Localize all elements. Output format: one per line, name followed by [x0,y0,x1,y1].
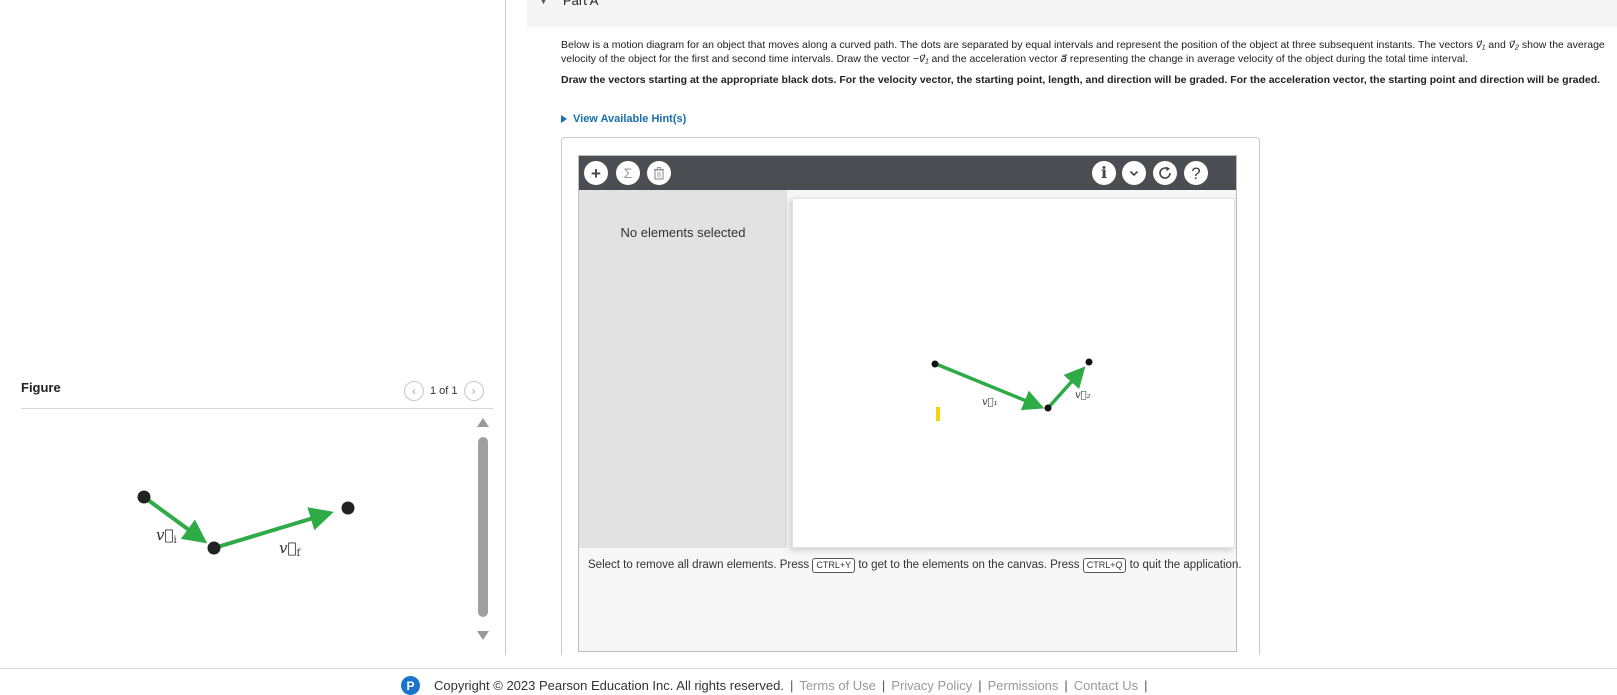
question-text-segment: representing the change in average veloc… [1066,53,1468,65]
terms-of-use-link[interactable]: Terms of Use [799,678,876,693]
contact-us-link[interactable]: Contact Us [1074,678,1138,693]
question-text: Below is a motion diagram for an object … [561,38,1605,94]
expand-caret-icon [561,115,567,123]
footer-separator: | [881,678,886,693]
canvas-dot-1[interactable] [931,360,939,368]
figure-counter: 1 of 1 [430,385,458,397]
app-toolbar: + Σ i ? [579,156,1236,190]
footer-separator: | [1144,678,1148,693]
instruction-text: to quit the application. [1126,559,1242,571]
canvas-drawing: v⃗₁ v⃗₂ [931,358,1093,421]
sigma-button[interactable]: Σ [616,161,640,185]
help-button[interactable]: ? [1184,161,1208,185]
next-figure-button[interactable]: › [463,381,484,401]
chevron-down-icon [1129,170,1139,176]
figure-scrollbar[interactable] [477,418,489,643]
permissions-link[interactable]: Permissions [988,678,1059,693]
scroll-thumb[interactable] [478,437,488,617]
view-hints-link[interactable]: View Available Hint(s) [561,113,686,125]
position-dot-1 [137,490,151,504]
footer-separator: | [789,678,794,693]
figure-pager: ‹ 1 of 1 › [404,381,484,401]
keyboard-instruction: Select to remove all drawn elements. Pre… [588,558,1242,573]
view-hints-label: View Available Hint(s) [573,113,687,125]
motion-diagram-figure: v⃗i v⃗f [137,490,355,559]
ctrl-y-key: CTRL+Y [812,558,856,573]
part-label: Part A [563,0,599,8]
privacy-policy-link[interactable]: Privacy Policy [891,678,972,693]
drawing-canvas[interactable]: v⃗₁ v⃗₂ [792,198,1235,548]
add-element-button[interactable]: + [584,161,608,185]
footer-separator: | [978,678,982,693]
v2-canvas-label: v⃗₂ [1075,390,1091,401]
figure-pane: Figure ‹ 1 of 1 › v⃗i v⃗f [0,0,505,655]
figure-divider [21,408,493,409]
instruction-text: to get to the elements on the canvas. Pr… [855,559,1083,571]
cursor-marker [936,407,940,421]
vector-drawing-app: + Σ i ? No elements selected v⃗₁ v⃗₂ Sel… [578,155,1242,652]
instruction-text: Select to remove all drawn elements. Pre… [588,559,813,571]
delete-button[interactable] [647,161,671,185]
vf-arrow [213,507,334,550]
vf-label: v⃗f [279,539,301,559]
question-text-segment: and [1485,39,1509,51]
footer-divider [0,668,1617,669]
collapse-caret-icon[interactable]: ▼ [539,0,548,6]
v2-symbol: v⃗₂ [1508,39,1519,51]
question-text-segment: Below is a motion diagram for an object … [561,39,1476,51]
figure-title: Figure [21,380,61,395]
copyright-text: Copyright © 2023 Pearson Education Inc. … [434,678,784,693]
pane-divider[interactable] [505,0,506,655]
canvas-dot-2[interactable] [1044,404,1052,412]
footer-separator: | [1064,678,1068,693]
v1-symbol: v⃗₁ [1475,39,1486,51]
question-paragraph: Below is a motion diagram for an object … [561,38,1605,66]
reset-icon [1159,166,1171,179]
dropdown-button[interactable] [1122,161,1146,185]
v1-canvas-label: v⃗₁ [982,397,998,408]
properties-panel: No elements selected [579,190,787,548]
no-selection-message: No elements selected [620,225,746,240]
vi-label: v⃗i [156,526,177,546]
canvas-dot-3[interactable] [1085,358,1093,366]
part-header[interactable]: ▼ Part A [527,0,1617,27]
scroll-down-arrow-icon[interactable] [477,631,489,640]
neg-v1-symbol: −v⃗₁ [912,53,929,65]
prev-figure-button[interactable]: ‹ [404,381,424,401]
v2-vector[interactable] [1046,366,1086,410]
reset-button[interactable] [1153,161,1177,185]
question-text-segment: and the acceleration vector [928,53,1061,65]
info-button[interactable]: i [1092,161,1116,185]
ctrl-q-key: CTRL+Q [1082,558,1127,573]
trash-icon [654,166,664,180]
pearson-logo-icon: P [401,676,420,695]
position-dot-3 [341,501,355,515]
footer: P Copyright © 2023 Pearson Education Inc… [401,676,1154,695]
scroll-up-arrow-icon[interactable] [477,418,489,427]
position-dot-2 [207,541,221,555]
question-instruction: Draw the vectors starting at the appropr… [561,74,1601,86]
